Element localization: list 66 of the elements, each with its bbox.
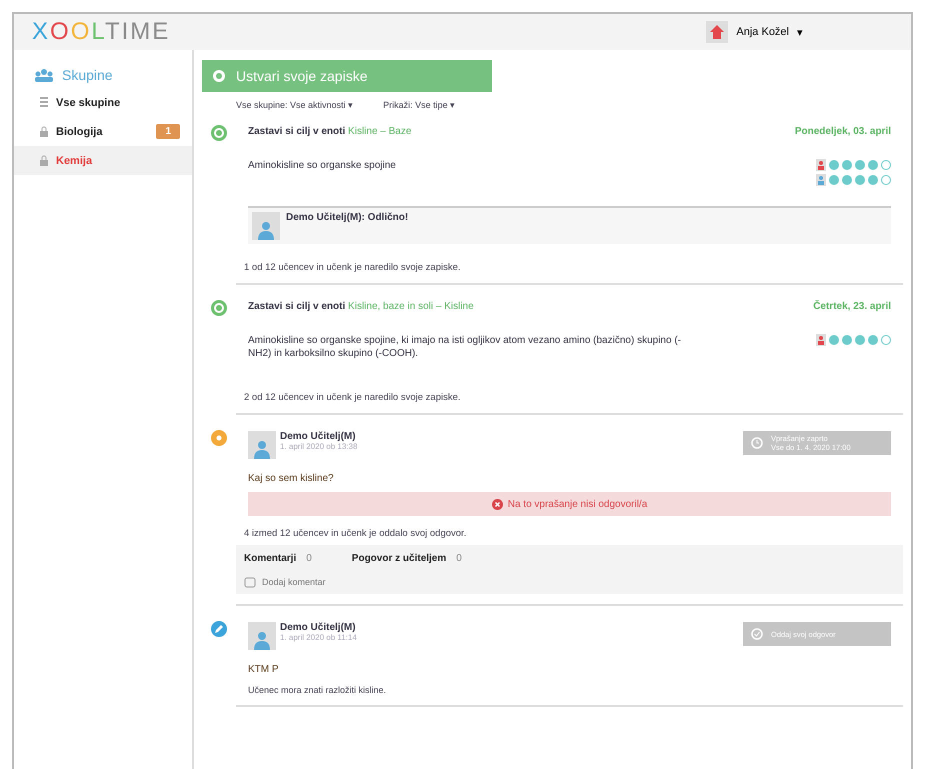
note-text: Učenec mora znati razložiti kisline.: [247, 684, 388, 695]
author-name: Demo Učitelj(M): [280, 431, 357, 442]
error-icon: [492, 498, 503, 510]
sidebar-item[interactable]: Kemija: [14, 146, 192, 175]
comment-text: Demo Učitelj(M): Odlično!: [286, 212, 408, 225]
summary-text: 1 od 12 učencev in učenk je naredilo svoje zapiske.: [243, 261, 462, 273]
date-label: Četrtek, 23. april: [813, 301, 891, 312]
rating-dot: [842, 160, 852, 170]
post-time: 1. april 2020 ob 13:38: [280, 442, 358, 451]
rating-dot: [855, 335, 865, 345]
person-icon: [816, 174, 826, 186]
summary-text: 4 izmed 12 učencev in učenk je oddalo svoj odgovor.: [243, 527, 468, 539]
goal-icon: [210, 124, 228, 142]
clock-icon: [751, 437, 763, 449]
person-icon: [816, 159, 826, 171]
alert-bar: Na to vprašanje nisi odgovoril/a: [248, 492, 891, 516]
question-icon: [210, 429, 228, 447]
rating-dot: [842, 175, 852, 185]
group-icon: [34, 68, 54, 82]
user-name[interactable]: Anja Kožel: [736, 26, 789, 38]
goal-icon: [210, 299, 228, 317]
caret-icon[interactable]: ▾: [797, 26, 803, 38]
goal-title: Zastavi si cilj v enoti Kisline, baze in soli – Kisline: [248, 301, 474, 312]
check-icon: [751, 628, 763, 640]
person-icon: [816, 334, 826, 346]
rating-dot: [881, 160, 891, 170]
rating-dot: [881, 335, 891, 345]
sidebar-item[interactable]: Biologija 1: [14, 117, 192, 146]
rating-dot: [881, 175, 891, 185]
rating-dot: [829, 160, 839, 170]
logo: XOOLTIME: [32, 18, 170, 46]
add-comment-link[interactable]: Dodaj komentar: [244, 576, 895, 588]
post-time: 1. april 2020 ob 11:14: [280, 633, 357, 642]
person-icon: [253, 439, 271, 459]
comments-tab[interactable]: Komentarji 0: [244, 553, 312, 564]
goal-title: Zastavi si cilj v enoti Kisline – Baze: [248, 126, 412, 137]
sidebar-title: Skupine: [62, 67, 113, 83]
post-text: KTM P: [247, 663, 280, 675]
pencil-icon: [210, 620, 228, 638]
lock-icon: [40, 126, 48, 137]
note-text: Aminokisline so organske spojine, ki imajo na isti ogljikov atom vezano amino (bazično) skupino (-NH2) in karboksilno skupino (-COOH).: [248, 334, 682, 360]
rating-dot: [829, 335, 839, 345]
rating-dot: [868, 175, 878, 185]
rating-dot: [868, 160, 878, 170]
comment-icon: [244, 576, 256, 588]
home-icon: [706, 21, 728, 43]
summary-text: 2 od 12 učencev in učenk je naredilo svoje zapiske.: [243, 391, 462, 403]
date-label: Ponedeljek, 03. april: [794, 126, 891, 137]
rating-dot: [829, 175, 839, 185]
person-icon: [257, 220, 275, 240]
target-icon: [212, 69, 226, 83]
list-icon: [40, 96, 48, 108]
note-text: Aminokisline so organske spojine: [248, 159, 396, 172]
count-badge: 1: [156, 124, 180, 139]
person-icon: [253, 630, 271, 650]
author-name: Demo Učitelj(M): [280, 622, 357, 633]
rating-dot: [855, 175, 865, 185]
filter-dropdown[interactable]: Prikaži: Vse tipe ▾: [383, 100, 456, 110]
sidebar-item[interactable]: Vse skupine: [14, 88, 192, 117]
filter-dropdown[interactable]: Vse skupine: Vse aktivnosti ▾: [236, 100, 354, 110]
rating-dot: [868, 335, 878, 345]
rating-dot: [855, 160, 865, 170]
post-text: Kaj so sem kisline?: [247, 472, 335, 484]
lock-icon: [40, 155, 48, 166]
comments-tab[interactable]: Pogovor z učiteljem 0: [352, 553, 462, 564]
rating-dot: [842, 335, 852, 345]
